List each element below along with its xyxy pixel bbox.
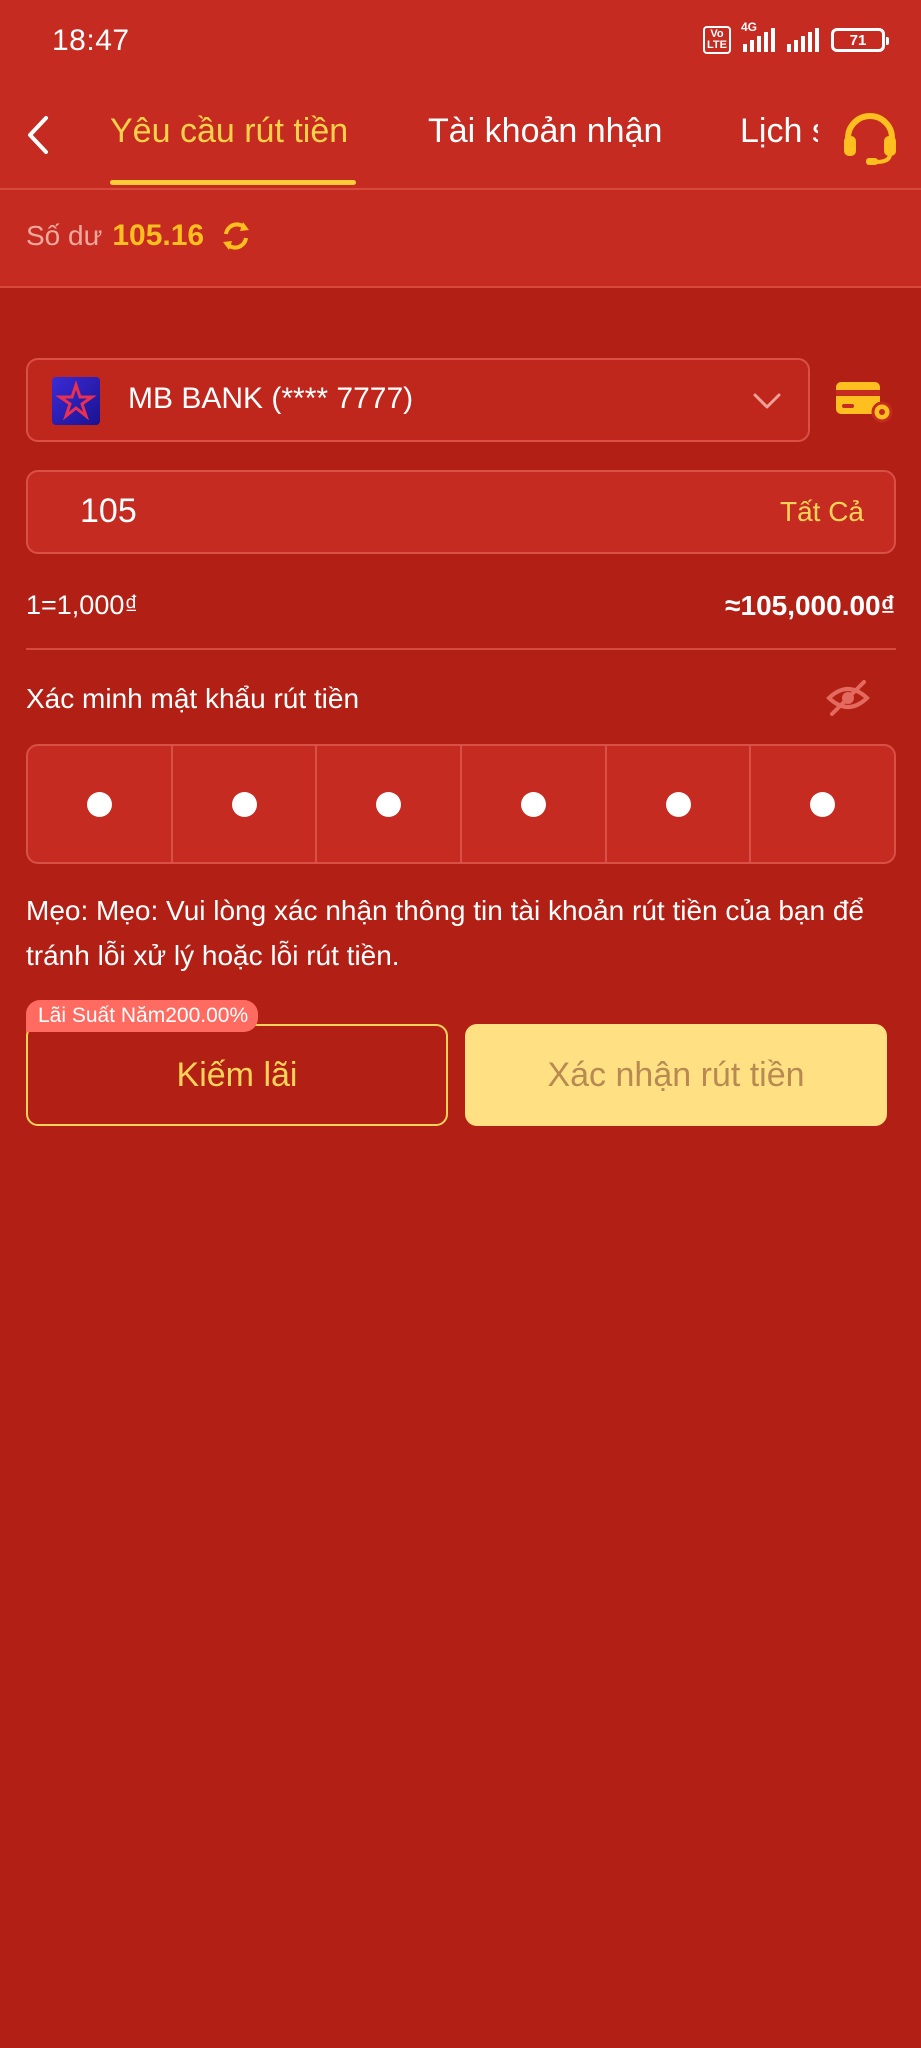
pin-dot [86,791,112,817]
pin-cell[interactable] [751,746,894,862]
earn-interest-button[interactable]: Kiếm lãi [26,1024,448,1126]
interest-rate-badge: Lãi Suất Năm200.00% [26,1000,259,1032]
balance-value: 105.16 [112,219,205,252]
volte-icon: Vo LTE [703,26,731,54]
eye-hidden-icon[interactable] [826,678,870,718]
star-icon [55,380,97,421]
refresh-icon[interactable] [218,218,254,254]
converted-amount: ≈105,000.00₫ [725,590,895,621]
tab-history[interactable]: Lịch sử [740,112,818,151]
tab-withdraw-request[interactable]: Yêu cầu rút tiền [110,112,348,151]
status-time: 18:47 [52,24,130,57]
pin-cell[interactable] [462,746,607,862]
password-label: Xác minh mật khẩu rút tiền [26,683,360,714]
withdraw-all-button[interactable]: Tất Cả [780,496,864,528]
chevron-down-icon [753,393,781,409]
bank-account-name: MB BANK (**** 7777) [128,382,414,415]
pin-cell[interactable] [28,746,173,862]
signal-4g-icon: 4G [741,20,775,52]
pin-dot [376,791,402,817]
balance-row: Số dư 105.16 [26,218,254,254]
tip-text: Mẹo: Mẹo: Vui lòng xác nhận thông tin tà… [26,895,864,971]
balance-label: Số dư [26,220,103,251]
card-settings-icon[interactable] [834,376,896,426]
back-arrow-icon[interactable] [20,110,60,160]
bank-account-select[interactable]: MB BANK (**** 7777) [26,358,810,442]
active-tab-underline [110,180,356,185]
pin-cell[interactable] [173,746,318,862]
status-icons: Vo LTE 4G 71 [703,20,889,54]
pin-dot [665,791,691,817]
section-divider [0,286,921,288]
exchange-rate: 1=1,000₫ [26,590,139,620]
confirm-withdraw-button[interactable]: Xác nhận rút tiền [465,1024,887,1126]
withdraw-amount-input[interactable]: 105 Tất Cả [26,470,896,554]
battery-icon: 71 [831,28,889,52]
amount-value: 105 [80,492,137,530]
divider [26,648,896,650]
pin-dot [520,791,546,817]
pin-dot [810,791,836,817]
tab-receiving-account[interactable]: Tài khoản nhận [428,112,662,151]
pin-cell[interactable] [607,746,752,862]
nav-divider [0,188,921,190]
pin-dot [231,791,257,817]
headset-support-icon[interactable] [838,104,902,168]
password-pin-input[interactable] [26,744,896,864]
pin-cell[interactable] [317,746,463,862]
signal-icon [787,28,819,52]
mb-bank-logo [52,377,100,425]
